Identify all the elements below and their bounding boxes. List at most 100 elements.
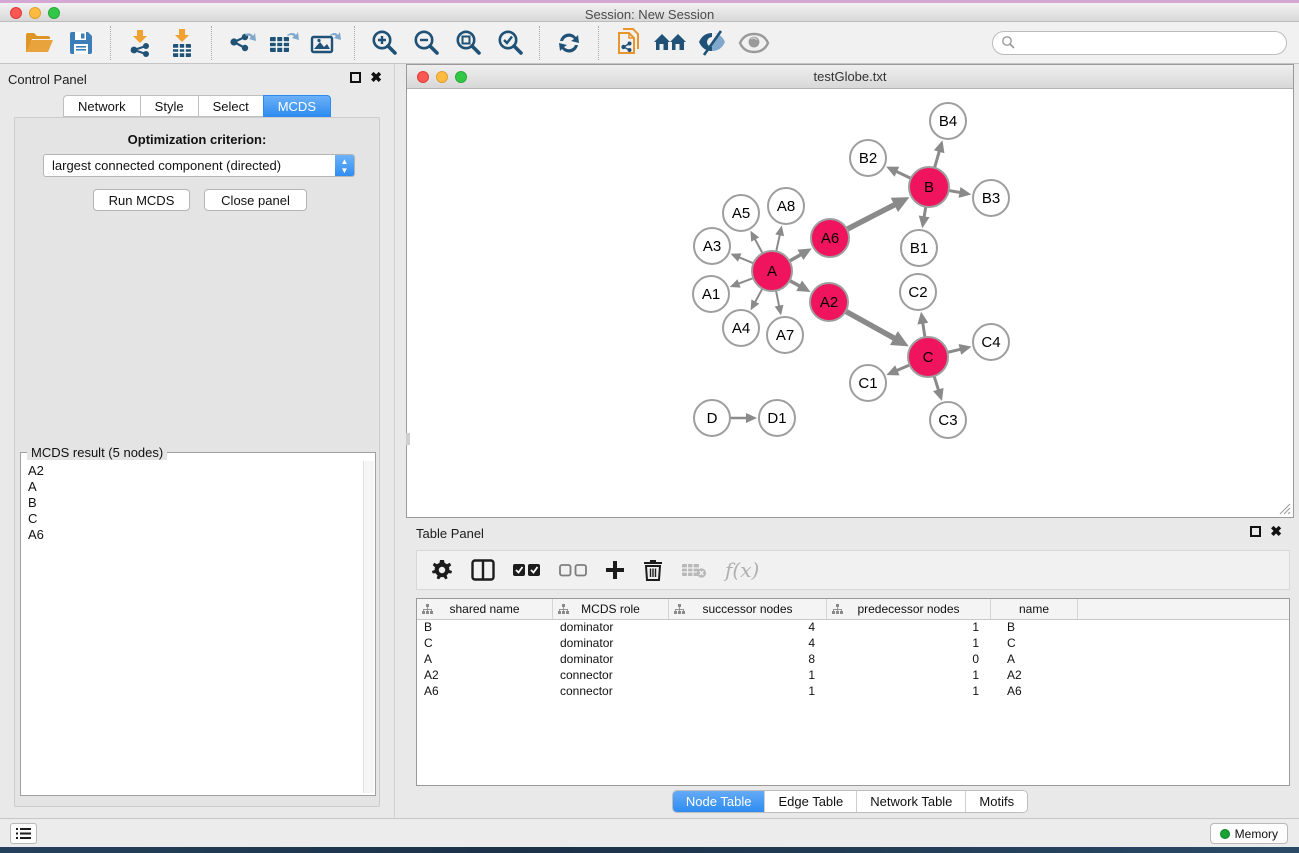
cell-name[interactable]: A6 bbox=[991, 684, 1078, 700]
column-header-MCDS-role[interactable]: MCDS role bbox=[553, 599, 669, 619]
tab-select[interactable]: Select bbox=[198, 95, 263, 117]
criterion-select[interactable]: largest connected component (directed) ▲… bbox=[43, 154, 355, 177]
cell-name[interactable]: C bbox=[991, 636, 1078, 652]
tab-mcds[interactable]: MCDS bbox=[263, 95, 331, 117]
table-row[interactable]: A6connector11A6 bbox=[417, 684, 1289, 700]
tab-network-table[interactable]: Network Table bbox=[857, 791, 966, 812]
open-file-icon[interactable] bbox=[22, 27, 56, 59]
close-table-panel-icon[interactable]: ✖ bbox=[1270, 526, 1282, 537]
cell-shared-name[interactable]: A6 bbox=[417, 684, 553, 700]
edge-C-C1[interactable] bbox=[896, 365, 909, 371]
task-history-button[interactable] bbox=[10, 823, 37, 844]
cell-MCDS-role[interactable]: dominator bbox=[553, 652, 669, 668]
close-panel-button[interactable]: Close panel bbox=[204, 189, 307, 211]
edge-A2-C[interactable] bbox=[846, 311, 895, 338]
memory-button[interactable]: Memory bbox=[1210, 823, 1288, 844]
mcds-result-item[interactable]: A6 bbox=[28, 527, 364, 543]
deselect-all-columns-icon[interactable] bbox=[559, 555, 587, 585]
cell-shared-name[interactable]: A2 bbox=[417, 668, 553, 684]
column-panel-icon[interactable] bbox=[471, 555, 495, 585]
edge-C-C3[interactable] bbox=[934, 376, 939, 390]
zoom-out-icon[interactable] bbox=[409, 27, 443, 59]
edge-A-A5[interactable] bbox=[755, 239, 763, 254]
cell-name[interactable]: B bbox=[991, 620, 1078, 636]
save-session-icon[interactable] bbox=[64, 27, 98, 59]
column-header-shared-name[interactable]: shared name bbox=[417, 599, 553, 619]
cell-successor-nodes[interactable]: 1 bbox=[669, 668, 827, 684]
edge-C-C4[interactable] bbox=[947, 349, 960, 352]
panel-splitter[interactable] bbox=[394, 64, 406, 818]
add-column-icon[interactable] bbox=[605, 555, 625, 585]
import-network-icon[interactable] bbox=[123, 27, 157, 59]
show-hide-panel-icon[interactable] bbox=[737, 27, 771, 59]
network-canvas[interactable]: B4B2BB3A8A5A6B1A3AC2A1A2A4A7C4CC1C3DD1 bbox=[407, 89, 1293, 517]
cell-predecessor-nodes[interactable]: 1 bbox=[827, 668, 991, 684]
cell-predecessor-nodes[interactable]: 1 bbox=[827, 684, 991, 700]
column-header-name[interactable]: name bbox=[991, 599, 1078, 619]
tab-motifs[interactable]: Motifs bbox=[966, 791, 1027, 812]
mcds-result-item[interactable]: A2 bbox=[28, 463, 364, 479]
tab-network[interactable]: Network bbox=[63, 95, 140, 117]
edge-A-A7[interactable] bbox=[776, 291, 779, 307]
edge-A-A4[interactable] bbox=[755, 289, 763, 303]
cell-successor-nodes[interactable]: 4 bbox=[669, 620, 827, 636]
cell-predecessor-nodes[interactable]: 1 bbox=[827, 620, 991, 636]
resize-grip-icon[interactable] bbox=[1279, 503, 1291, 515]
mcds-result-list[interactable]: A2ABCA6 bbox=[22, 461, 364, 793]
cell-shared-name[interactable]: B bbox=[417, 620, 553, 636]
mcds-result-item[interactable]: A bbox=[28, 479, 364, 495]
edge-A6-B[interactable] bbox=[847, 204, 895, 229]
mcds-result-item[interactable]: C bbox=[28, 511, 364, 527]
open-browser-icon[interactable] bbox=[653, 27, 687, 59]
edge-B-B2[interactable] bbox=[896, 171, 911, 178]
tab-node-table[interactable]: Node Table bbox=[673, 791, 766, 812]
edge-B-B3[interactable] bbox=[949, 190, 961, 192]
cell-successor-nodes[interactable]: 8 bbox=[669, 652, 827, 668]
search-field[interactable] bbox=[992, 31, 1287, 55]
frame-resize-handle[interactable] bbox=[406, 433, 410, 445]
column-header-successor-nodes[interactable]: successor nodes bbox=[669, 599, 827, 619]
select-all-columns-icon[interactable] bbox=[513, 555, 541, 585]
cell-successor-nodes[interactable]: 1 bbox=[669, 684, 827, 700]
hide-graphics-details-icon[interactable] bbox=[695, 27, 729, 59]
edge-C-C2[interactable] bbox=[923, 323, 925, 338]
float-panel-icon[interactable] bbox=[350, 72, 361, 83]
mcds-result-item[interactable]: B bbox=[28, 495, 364, 511]
delete-table-icon[interactable] bbox=[681, 555, 707, 585]
function-builder-icon[interactable]: f(x) bbox=[725, 555, 759, 585]
run-mcds-button[interactable]: Run MCDS bbox=[93, 189, 190, 211]
edge-A-A8[interactable] bbox=[776, 234, 780, 251]
zoom-selected-icon[interactable] bbox=[493, 27, 527, 59]
cell-MCDS-role[interactable]: connector bbox=[553, 668, 669, 684]
cell-predecessor-nodes[interactable]: 1 bbox=[827, 636, 991, 652]
edge-A-A3[interactable] bbox=[739, 257, 754, 263]
zoom-in-icon[interactable] bbox=[367, 27, 401, 59]
search-input[interactable] bbox=[1016, 33, 1286, 53]
export-network-icon[interactable] bbox=[224, 27, 258, 59]
export-table-icon[interactable] bbox=[266, 27, 300, 59]
cell-MCDS-role[interactable]: connector bbox=[553, 684, 669, 700]
tab-style[interactable]: Style bbox=[140, 95, 198, 117]
edge-A-A2[interactable] bbox=[790, 281, 800, 287]
clone-network-icon[interactable] bbox=[611, 27, 645, 59]
edge-A-A6[interactable] bbox=[789, 254, 801, 261]
edge-B-B1[interactable] bbox=[924, 207, 926, 218]
cell-MCDS-role[interactable]: dominator bbox=[553, 620, 669, 636]
import-table-icon[interactable] bbox=[165, 27, 199, 59]
column-header-predecessor-nodes[interactable]: predecessor nodes bbox=[827, 599, 991, 619]
node-table[interactable]: shared nameMCDS rolesuccessor nodesprede… bbox=[416, 598, 1290, 786]
refresh-icon[interactable] bbox=[552, 27, 586, 59]
zoom-fit-icon[interactable] bbox=[451, 27, 485, 59]
cell-name[interactable]: A bbox=[991, 652, 1078, 668]
edge-B-B4[interactable] bbox=[935, 151, 940, 168]
close-panel-icon[interactable]: ✖ bbox=[370, 72, 382, 83]
table-row[interactable]: A2connector11A2 bbox=[417, 668, 1289, 684]
tab-edge-table[interactable]: Edge Table bbox=[765, 791, 857, 812]
cell-name[interactable]: A2 bbox=[991, 668, 1078, 684]
cell-shared-name[interactable]: C bbox=[417, 636, 553, 652]
table-settings-gear-icon[interactable] bbox=[431, 555, 453, 585]
network-view-titlebar[interactable]: testGlobe.txt bbox=[407, 65, 1293, 89]
export-image-icon[interactable] bbox=[308, 27, 342, 59]
cell-shared-name[interactable]: A bbox=[417, 652, 553, 668]
delete-column-icon[interactable] bbox=[643, 555, 663, 585]
